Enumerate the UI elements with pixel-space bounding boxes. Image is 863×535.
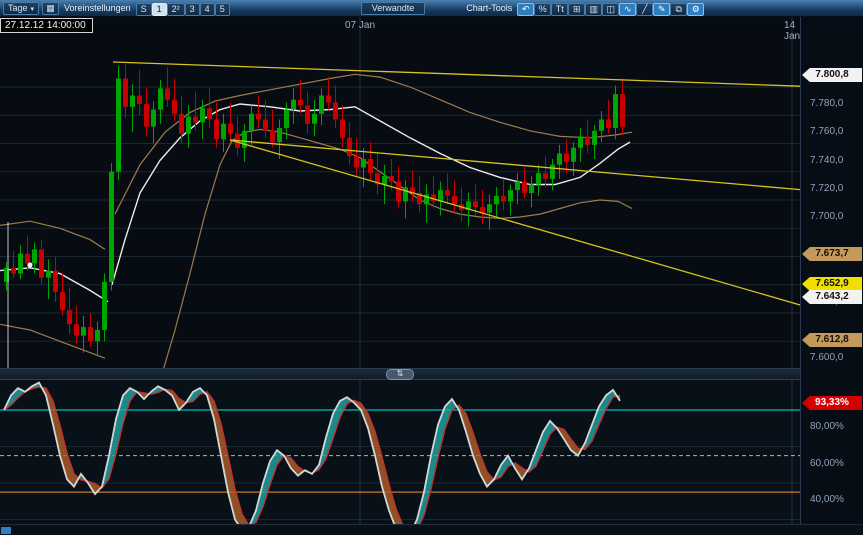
price-tick-label: 7.780,0 [810,98,843,110]
preset-button-5[interactable]: 5 [215,3,230,16]
chart-tools-label: Chart-Tools [464,3,514,13]
trading-chart-window: Tage▾ ▦ Voreinstellungen S12²345 Verwand… [0,0,863,535]
preset-button-3[interactable]: 3 [185,3,200,16]
chart-toolbar: Tage▾ ▦ Voreinstellungen S12²345 Verwand… [0,0,863,17]
grid-icon[interactable]: ⊞ [568,3,585,16]
price-chart[interactable] [0,17,800,368]
price-tick-label: 7.600,0 [810,352,843,364]
price-tick-label: 7.700,0 [810,211,843,223]
oscillator-tick-label: 80,00% [810,421,844,433]
splitter-handle-icon[interactable]: ⇅ [386,369,414,380]
preset-button-0[interactable]: S [136,3,152,16]
price-tick-label: 7.760,0 [810,126,843,138]
price-badge: 7.673,7 [802,247,862,261]
timeframe-dropdown[interactable]: Tage▾ [3,2,39,15]
price-axis[interactable]: 7.780,07.760,07.740,07.720,07.700,07.640… [800,17,863,524]
trendline-icon[interactable]: ╱ [636,3,653,16]
draw-icon[interactable]: ✎ [653,3,670,16]
oscillator-tick-label: 60,00% [810,458,844,470]
price-badge: 93,33% [802,396,862,410]
calendar-icon[interactable]: ▦ [42,2,59,15]
price-badge: 7.800,8 [802,68,862,82]
price-badge: 7.652,9 [802,277,862,291]
price-tick-label: 7.720,0 [810,183,843,195]
presets-label: Voreinstellungen [62,3,133,13]
related-button[interactable]: Verwandte [361,2,426,15]
panel-splitter[interactable]: ⇅ [0,368,800,380]
chart-type-candles-icon[interactable]: ◫ [602,3,619,16]
oscillator-panel[interactable] [0,380,800,524]
timeframe-label: Tage [8,3,28,13]
price-tick-label: 7.740,0 [810,155,843,167]
percent-icon[interactable]: % [534,3,551,16]
preset-button-4[interactable]: 4 [200,3,215,16]
resize-handle[interactable] [1,527,11,534]
settings-icon[interactable]: ⚙ [687,3,704,16]
preset-button-2[interactable]: 2² [167,3,185,16]
oscillator-tick-label: 40,00% [810,494,844,506]
indicator-icon[interactable]: ∿ [619,3,636,16]
bottom-bar [0,524,863,535]
text-tool-icon[interactable]: Tt [551,3,568,16]
price-badge: 7.643,2 [802,290,862,304]
price-badge: 7.612,8 [802,333,862,347]
preset-button-1[interactable]: 1 [152,3,167,16]
compare-icon[interactable]: ⧉ [670,3,687,16]
crosshair-datetime-tooltip: 27.12.12 14:00:00 [0,18,93,33]
chevron-down-icon: ▾ [31,6,35,13]
tool-icon-group: ↶%Tt⊞▥◫∿╱✎⧉⚙ [517,0,704,17]
undo-icon[interactable]: ↶ [517,3,534,16]
preset-button-group: S12²345 [136,0,230,17]
chart-type-bars-icon[interactable]: ▥ [585,3,602,16]
